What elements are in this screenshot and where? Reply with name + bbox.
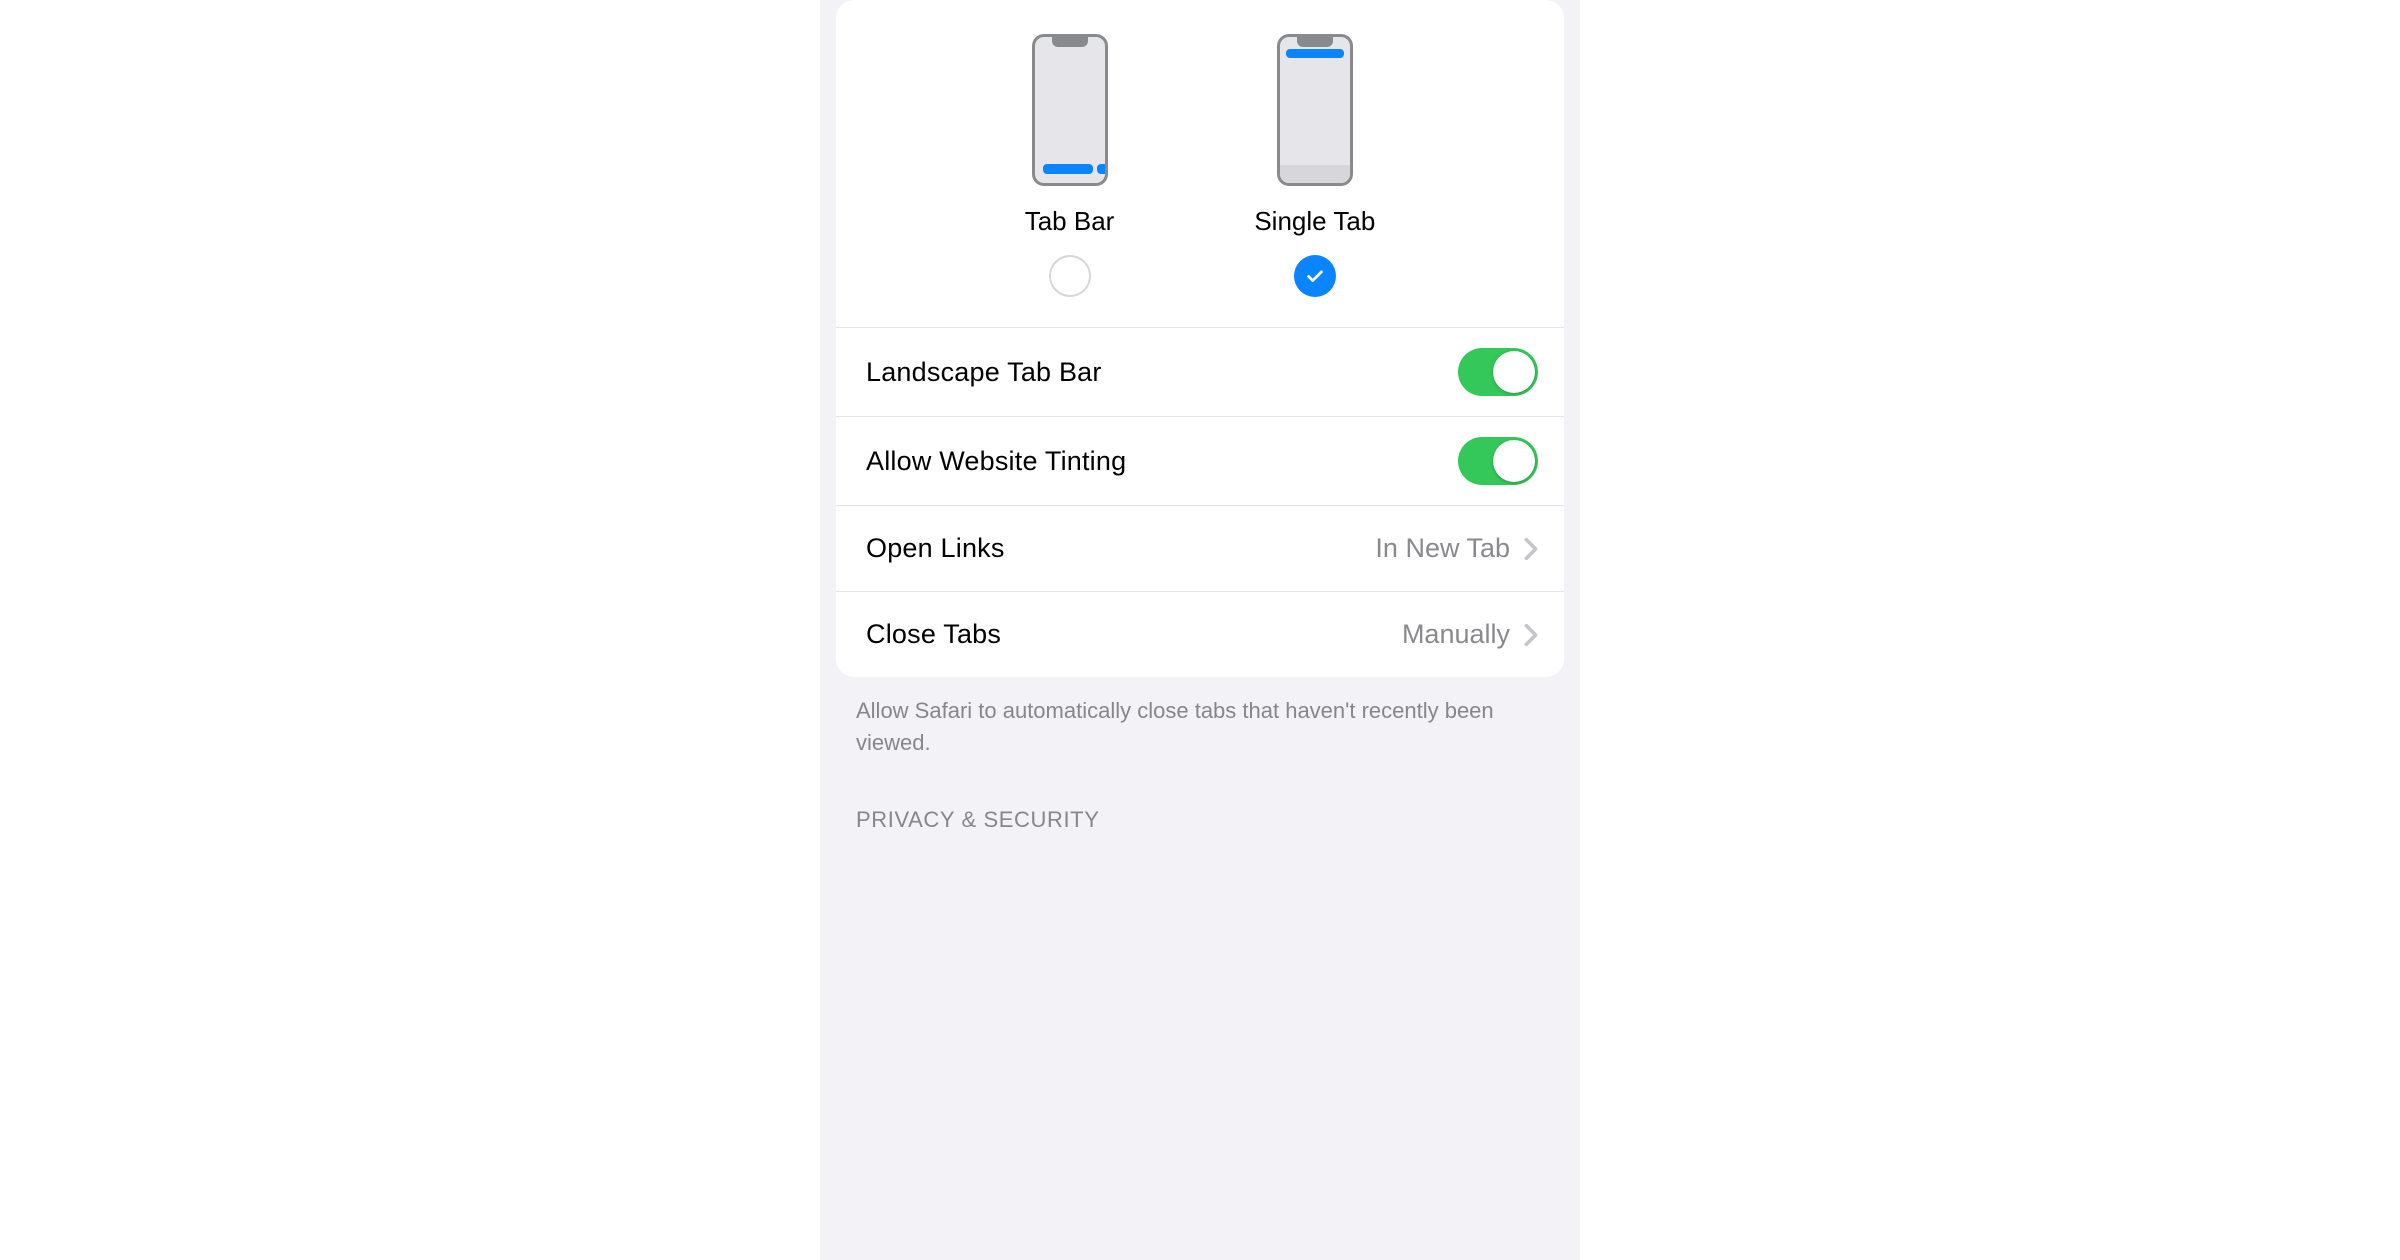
allow-website-tinting-toggle[interactable] [1458,437,1538,485]
tab-bar-option[interactable]: Tab Bar [1025,34,1115,297]
checkmark-icon [1304,265,1326,287]
close-tabs-value: Manually [1402,619,1510,650]
chevron-right-icon [1524,623,1538,647]
close-tabs-label: Close Tabs [866,619,1001,650]
privacy-security-header: Privacy & Security [820,759,1580,833]
single-tab-option[interactable]: Single Tab [1254,34,1375,297]
single-tab-radio[interactable] [1294,255,1336,297]
open-links-row[interactable]: Open Links In New Tab [836,505,1564,591]
tab-bar-label: Tab Bar [1025,206,1115,237]
landscape-tab-bar-toggle[interactable] [1458,348,1538,396]
tabs-settings-card: Tab Bar Single Tab Landscape Tab Bar [836,0,1564,677]
tab-layout-selector: Tab Bar Single Tab [836,0,1564,327]
open-links-label: Open Links [866,533,1005,564]
phone-preview-single-tab-icon [1277,34,1353,186]
close-tabs-row[interactable]: Close Tabs Manually [836,591,1564,677]
allow-website-tinting-label: Allow Website Tinting [866,446,1126,477]
settings-panel: Tab Bar Single Tab Landscape Tab Bar [820,0,1580,1260]
landscape-tab-bar-label: Landscape Tab Bar [866,357,1102,388]
tab-bar-radio[interactable] [1049,255,1091,297]
allow-website-tinting-row[interactable]: Allow Website Tinting [836,416,1564,505]
chevron-right-icon [1524,537,1538,561]
close-tabs-footer: Allow Safari to automatically close tabs… [820,677,1580,759]
open-links-value: In New Tab [1375,533,1510,564]
landscape-tab-bar-row[interactable]: Landscape Tab Bar [836,327,1564,416]
single-tab-label: Single Tab [1254,206,1375,237]
phone-preview-tab-bar-icon [1032,34,1108,186]
